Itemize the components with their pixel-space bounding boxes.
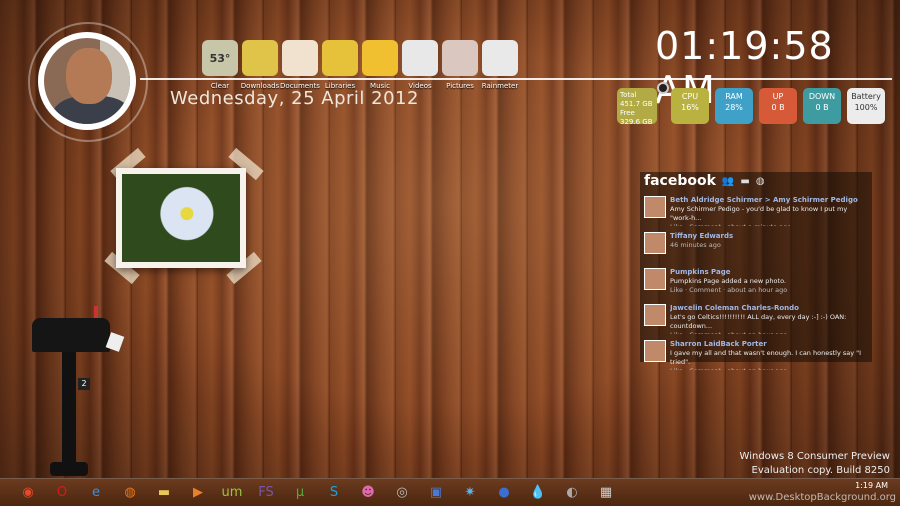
mailbox-icon[interactable] [32,318,110,352]
post-author[interactable]: Jawcelin Coleman Charles-Rondo [670,304,868,313]
globe-icon[interactable]: ◍ [756,176,765,187]
libraries-icon [322,40,358,76]
photo-frame[interactable] [116,168,246,268]
dock-label: Rainmeter [481,82,519,90]
post-author[interactable]: Tiffany Edwards [670,232,733,241]
documents-icon [282,40,318,76]
post-avatar [644,196,666,218]
ram-stat[interactable]: RAM 28% [715,88,753,124]
post-meta[interactable]: 46 minutes ago [670,241,733,250]
post-avatar [644,340,666,362]
facebook-logo[interactable]: facebook [644,173,716,189]
post-text: Pumpkins Page added a new photo. [670,277,787,285]
dock-item-music[interactable]: Music [360,40,400,90]
media-player-icon[interactable]: ▶ [184,482,212,504]
dock-item-pictures[interactable]: Pictures [440,40,480,90]
post-text: Let's go Celtics!!!!!!!!!! ALL day, ever… [670,313,847,330]
videos-icon [402,40,438,76]
um-icon[interactable]: um [218,482,246,504]
globe-icon[interactable]: ◐ [558,482,586,504]
network-icon[interactable]: ✷ [456,482,484,504]
fs-icon[interactable]: FS [252,482,280,504]
dock-item-rainmeter[interactable]: Rainmeter [480,40,520,90]
post-avatar [644,232,666,254]
launcher-dock: 53° Clear Downloads Documents Libraries Music… [200,40,520,90]
mailbox-post [62,352,76,470]
music-icon [362,40,398,76]
dock-item-documents[interactable]: Documents [280,40,320,90]
disk-stat[interactable]: Total 451.7 GB Free 329.6 GB [617,88,657,126]
mail-count-badge: 2 [78,378,90,390]
facebook-post[interactable]: Tiffany Edwards 46 minutes ago [644,232,868,262]
messenger-icon[interactable]: ☻ [354,482,382,504]
taskbar-clock[interactable]: 1:19 AM [855,481,888,491]
dock-item-weather[interactable]: 53° Clear [200,40,240,90]
avatar-face [66,48,112,104]
windows-watermark: Windows 8 Consumer Preview Evaluation co… [739,451,890,476]
cpu-stat[interactable]: CPU 16% [671,88,709,124]
chrome-icon[interactable]: ◉ [14,482,42,504]
post-text: Amy Schirmer Pedigo - you'd be glad to k… [670,205,848,222]
facebook-widget: facebook 👥 ▬ ◍ Beth Aldridge Schirmer > … [640,172,872,370]
ie-icon[interactable]: e [82,482,110,504]
weather-icon: 53° [202,40,238,76]
skype-icon[interactable]: S [320,482,348,504]
upload-stat[interactable]: UP 0 B [759,88,797,124]
post-meta[interactable]: Like · Comment · about a minute ago [670,223,868,226]
post-text: I gave my all and that wasn't enough. I … [670,349,862,366]
friends-icon[interactable]: 👥 [722,176,734,187]
post-author[interactable]: Sharron LaidBack Porter [670,340,868,349]
post-avatar [644,268,666,290]
picture-tool-icon[interactable]: ▣ [422,482,450,504]
post-avatar [644,304,666,326]
battery-stat[interactable]: Battery 100% [847,88,885,124]
coin-icon [657,82,669,94]
mailbox-base [50,462,88,476]
opera-icon[interactable]: O [48,482,76,504]
dock-label: Pictures [446,82,474,90]
facebook-post[interactable]: Sharron LaidBack Porter I gave my all and… [644,340,868,370]
post-meta[interactable]: Like · Comment · about an hour ago [670,331,868,334]
droplet-icon[interactable]: 💧 [524,482,552,504]
utorrent-icon[interactable]: µ [286,482,314,504]
dock-item-libraries[interactable]: Libraries [320,40,360,90]
facebook-post[interactable]: Pumpkins Page Pumpkins Page added a new p… [644,268,868,298]
date-display: Wednesday, 25 April 2012 [170,88,419,109]
dock-item-downloads[interactable]: Downloads [240,40,280,90]
facebook-post[interactable]: Beth Aldridge Schirmer > Amy Schirmer Pe… [644,196,868,226]
dock-item-videos[interactable]: Videos [400,40,440,90]
pictures-icon [442,40,478,76]
firefox-icon[interactable]: ◍ [116,482,144,504]
messages-icon[interactable]: ▬ [740,176,749,187]
calculator-icon[interactable]: ▦ [592,482,620,504]
post-meta[interactable]: Like · Comment · about an hour ago [670,367,868,370]
downloads-icon [242,40,278,76]
system-stats: Total 451.7 GB Free 329.6 GB CPU 16% RAM 2… [617,82,885,126]
avatar[interactable] [38,32,136,130]
post-author[interactable]: Beth Aldridge Schirmer > Amy Schirmer Pe… [670,196,868,205]
facebook-post[interactable]: Jawcelin Coleman Charles-Rondo Let's go C… [644,304,868,334]
download-stat[interactable]: DOWN 0 B [803,88,841,124]
post-author[interactable]: Pumpkins Page [670,268,787,277]
webcam-icon[interactable]: ◎ [388,482,416,504]
google-earth-icon[interactable]: ● [490,482,518,504]
site-watermark: www.DesktopBackground.org [748,492,896,503]
flower-photo [122,174,240,262]
post-meta[interactable]: Like · Comment · about an hour ago [670,286,787,295]
rainmeter-icon [482,40,518,76]
folder-icon[interactable]: ▬ [150,482,178,504]
